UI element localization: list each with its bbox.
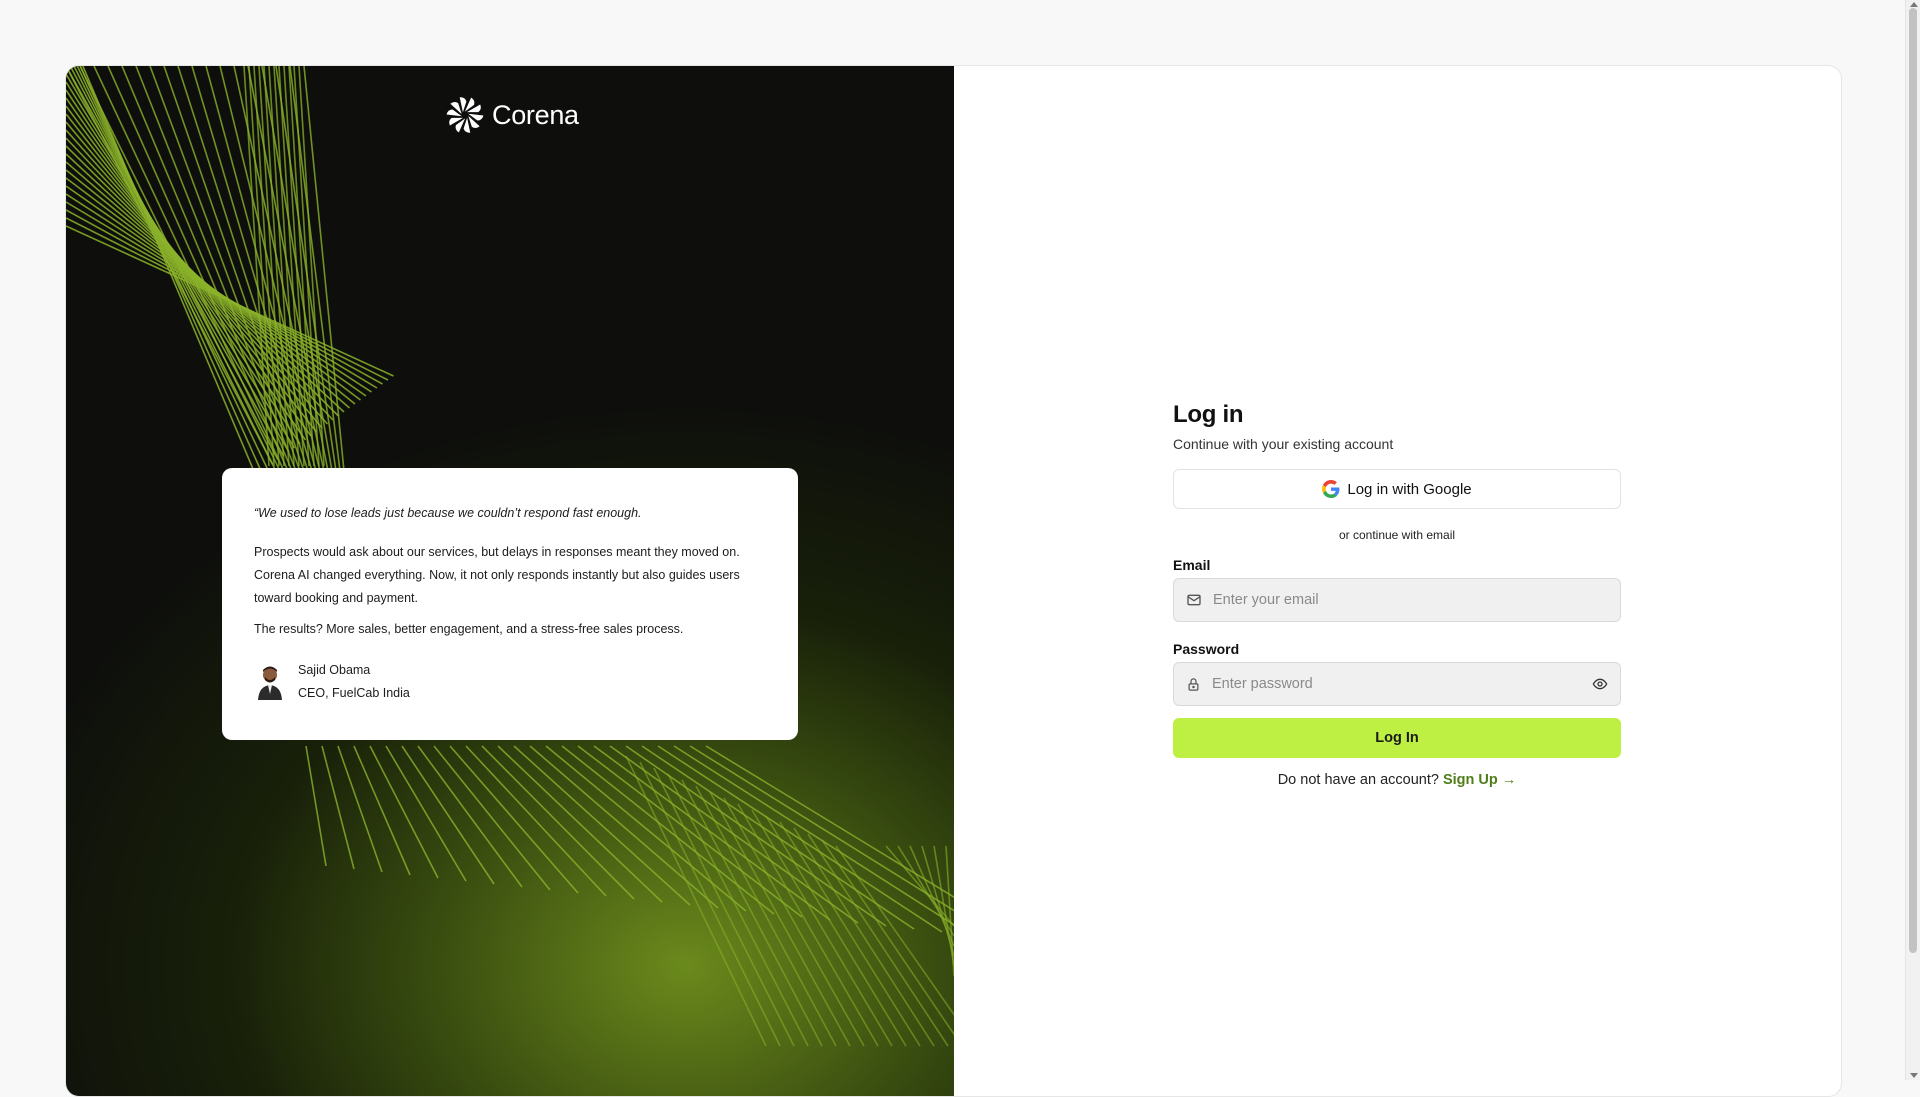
email-input[interactable]	[1211, 591, 1608, 609]
password-input[interactable]	[1210, 675, 1583, 693]
signup-prompt: Do not have an account?	[1277, 772, 1439, 788]
divider-text: or continue with email	[1338, 528, 1456, 542]
avatar	[258, 666, 282, 700]
lock-icon	[1188, 677, 1199, 691]
testimonial-quote: “We used to lose leads just because we c…	[254, 506, 642, 520]
mail-icon	[1187, 594, 1201, 606]
author-title: CEO, FuelCab India	[298, 686, 410, 700]
scroll-thumb[interactable]	[1909, 8, 1917, 953]
author-name: Sajid Obama	[298, 663, 371, 677]
google-button-label: Log in with Google	[1347, 480, 1472, 498]
signup-link[interactable]: Sign Up →	[1443, 772, 1516, 788]
scroll-down-icon[interactable]	[1910, 1073, 1918, 1078]
email-field[interactable]	[1173, 578, 1621, 622]
testimonial-paragraph: The results? More sales, better engageme…	[254, 622, 684, 636]
brand-panel: Corena “We used to lose leads just becau…	[66, 66, 954, 1096]
testimonial-paragraph: Prospects would ask about our services, …	[254, 545, 740, 605]
page-subtitle: Continue with your existing account	[1173, 436, 1394, 452]
testimonial-card: “We used to lose leads just because we c…	[222, 468, 798, 740]
pinwheel-logo-icon	[446, 97, 484, 133]
password-field[interactable]	[1173, 662, 1621, 706]
google-icon	[1322, 480, 1340, 498]
brand-logo: Corena	[446, 96, 579, 134]
email-label: Email	[1173, 557, 1211, 573]
brand-name: Corena	[492, 99, 579, 130]
testimonial-author: Sajid Obama CEO, FuelCab India	[254, 659, 766, 705]
scroll-up-icon[interactable]	[1910, 2, 1918, 7]
signup-row: Do not have an account? Sign Up →	[1173, 772, 1621, 788]
password-label: Password	[1173, 641, 1240, 657]
login-button[interactable]: Log In	[1173, 718, 1621, 758]
login-form: Log in Continue with your existing accou…	[1173, 399, 1621, 788]
page-scrollbar[interactable]	[1905, 0, 1920, 1080]
login-card: Corena “We used to lose leads just becau…	[65, 65, 1842, 1097]
form-panel: Log in Continue with your existing accou…	[954, 66, 1841, 1096]
google-login-button[interactable]: Log in with Google	[1173, 469, 1621, 509]
page-title: Log in	[1173, 401, 1244, 428]
eye-icon[interactable]	[1592, 676, 1608, 692]
